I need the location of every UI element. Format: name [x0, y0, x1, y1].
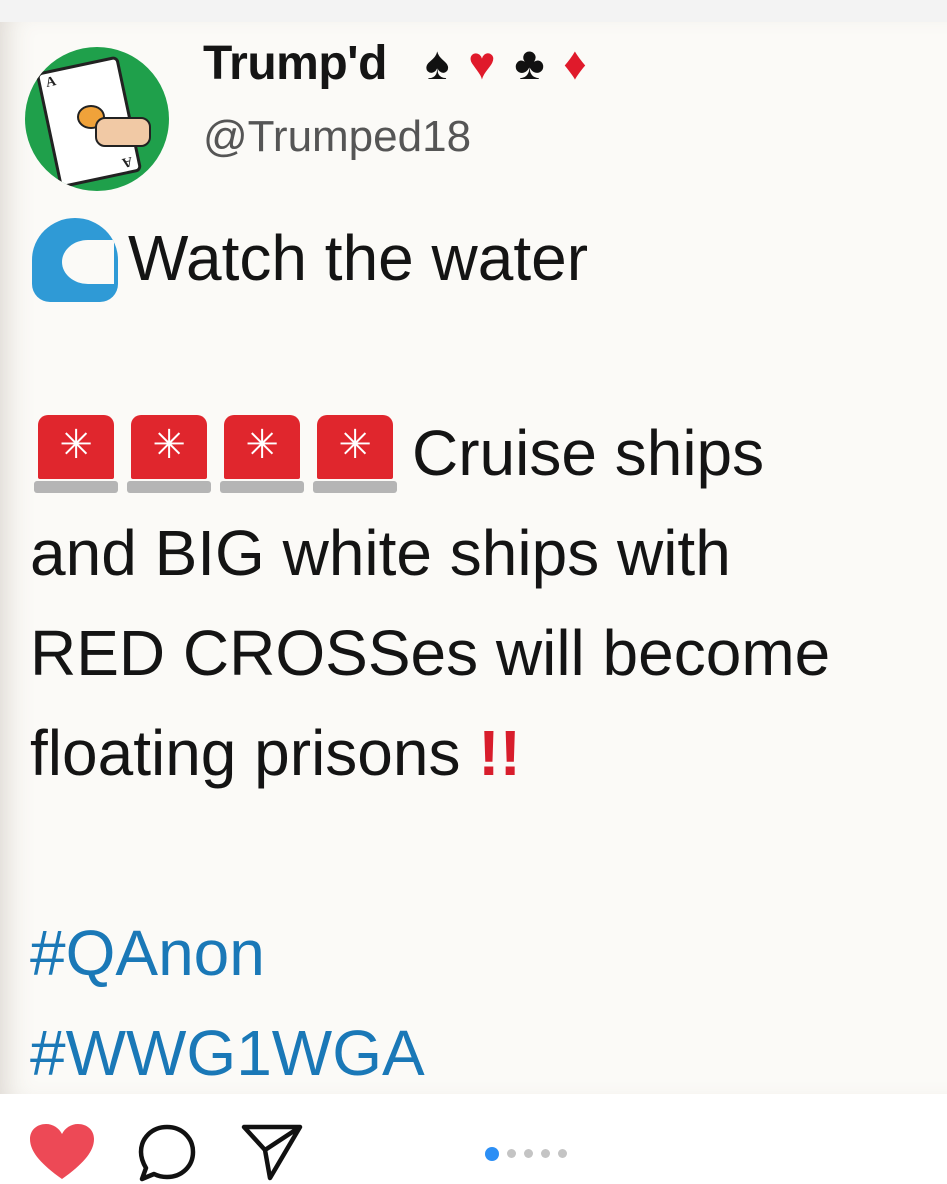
- post-image: A A Trump'd ♠ ♥ ♣ ♦ @Trumped18 Watch the…: [0, 22, 947, 1094]
- police-siren-icon: ✳: [313, 415, 397, 495]
- tweet-line-4: RED CROSSes will become: [30, 617, 831, 689]
- diamond-icon: ♦: [563, 37, 587, 89]
- police-siren-icon: ✳: [127, 415, 211, 495]
- heart-icon[interactable]: [28, 1122, 96, 1182]
- card-corner-icon: A: [120, 153, 134, 170]
- share-icon[interactable]: [240, 1122, 304, 1182]
- police-siren-icon: ✳: [34, 415, 118, 495]
- display-name: Trump'd: [203, 37, 387, 90]
- water-wave-icon: [32, 218, 118, 302]
- double-exclamation-icon: !!: [478, 717, 521, 789]
- spade-icon: ♠: [425, 37, 450, 89]
- police-siren-icon: ✳: [220, 415, 304, 495]
- carousel-dot[interactable]: [558, 1149, 567, 1159]
- carousel-dots[interactable]: [485, 1145, 575, 1163]
- carousel-dot[interactable]: [524, 1149, 533, 1159]
- heart-suit-icon: ♥: [468, 37, 496, 89]
- tweet-line-3: and BIG white ships with: [30, 517, 731, 589]
- profile-avatar: A A: [25, 47, 169, 191]
- top-strip: [0, 0, 947, 23]
- hand-icon: [95, 117, 151, 147]
- hashtag-wwg1wga[interactable]: #WWG1WGA: [30, 1016, 425, 1090]
- tweet-line-1: Watch the water: [128, 222, 589, 294]
- hashtag-qanon[interactable]: #QAnon: [30, 916, 265, 990]
- tweet-line-5: floating prisons !!: [30, 716, 521, 790]
- card-corner-icon: A: [44, 74, 58, 91]
- comment-icon[interactable]: [136, 1122, 198, 1184]
- suit-icons: ♠ ♥ ♣ ♦: [425, 36, 593, 90]
- carousel-dot[interactable]: [507, 1149, 516, 1159]
- user-handle: @Trumped18: [203, 112, 472, 161]
- tweet-line-5-text: floating prisons: [30, 717, 461, 789]
- carousel-dot[interactable]: [541, 1149, 550, 1159]
- club-icon: ♣: [514, 37, 545, 89]
- carousel-dot[interactable]: [485, 1146, 499, 1161]
- tweet-line-2: Cruise ships: [412, 417, 765, 489]
- siren-icons: ✳ ✳ ✳ ✳: [34, 415, 406, 500]
